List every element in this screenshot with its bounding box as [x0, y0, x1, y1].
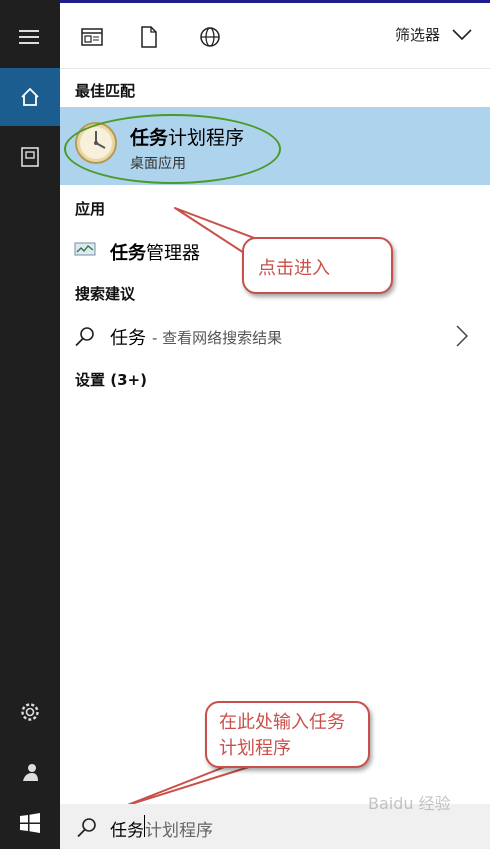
apps-filter-button[interactable]: [78, 24, 106, 50]
task-manager-label-bold: 任务: [110, 243, 146, 264]
documents-filter-button[interactable]: [135, 24, 163, 50]
chevron-right-icon: [456, 325, 468, 347]
settings-heading[interactable]: 设置 (3+): [75, 369, 147, 390]
hamburger-menu-button[interactable]: [0, 8, 60, 66]
web-filter-button[interactable]: [196, 24, 224, 50]
suggestion-hint: - 查看网络搜索结果: [152, 329, 283, 347]
callout-click-enter: 点击进入: [242, 237, 393, 294]
user-icon: [23, 764, 38, 781]
search-icon: [77, 818, 96, 838]
document-box-icon: [21, 147, 39, 167]
home-button[interactable]: [0, 68, 60, 126]
task-manager-label: 任务管理器: [110, 239, 200, 265]
windows-start-button[interactable]: [0, 798, 60, 848]
user-button[interactable]: [0, 743, 60, 801]
globe-icon: [200, 27, 220, 47]
window-apps-icon: [81, 28, 103, 46]
watermark: Baidu 经验: [368, 794, 451, 813]
document-icon: [141, 26, 157, 48]
search-filter-bar: 筛选器: [60, 0, 490, 69]
search-icon: [75, 327, 94, 347]
hamburger-icon: [19, 30, 39, 44]
apps-heading: 应用: [75, 200, 106, 218]
highlight-oval: [64, 114, 281, 184]
start-menu-rail: [0, 0, 60, 849]
task-manager-label-rest: 管理器: [146, 243, 200, 264]
windows-logo-icon: [20, 813, 40, 833]
settings-button[interactable]: [0, 683, 60, 741]
best-match-heading: 最佳匹配: [75, 82, 136, 100]
web-search-suggestion[interactable]: 任务 - 查看网络搜索结果: [60, 316, 490, 356]
chevron-down-icon: [452, 28, 472, 40]
search-autocomplete-text: 计划程序: [145, 821, 213, 841]
search-typed-text: 任务: [110, 821, 144, 841]
suggestion-query: 任务: [110, 328, 146, 349]
filter-dropdown[interactable]: 筛选器: [395, 24, 472, 45]
filter-label: 筛选器: [394, 26, 440, 44]
home-icon: [21, 87, 39, 106]
top-edge-strip: [60, 0, 490, 3]
suggestions-heading: 搜索建议: [75, 285, 136, 303]
callout-type-here: 在此处输入任务计划程序: [205, 701, 370, 768]
task-manager-icon: [74, 242, 96, 256]
gear-icon: [21, 703, 39, 721]
documents-button[interactable]: [0, 128, 60, 186]
